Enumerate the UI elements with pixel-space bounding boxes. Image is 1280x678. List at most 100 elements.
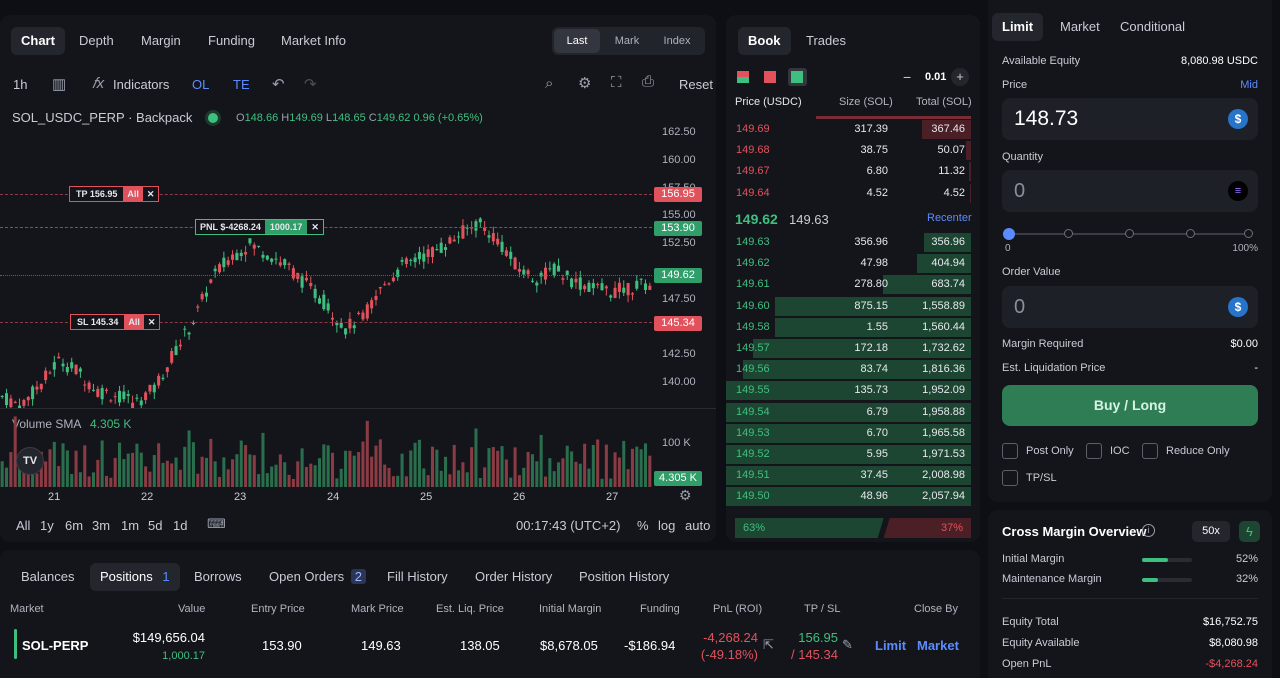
- tp-order-tag[interactable]: TP 156.95 All ✕: [69, 186, 160, 202]
- slider-handle[interactable]: [1003, 228, 1015, 240]
- ol-toggle[interactable]: OL: [192, 77, 209, 92]
- post-only-checkbox[interactable]: [1002, 443, 1018, 459]
- tab-fill-history[interactable]: Fill History: [377, 563, 458, 591]
- share-icon[interactable]: ⇱: [763, 637, 774, 653]
- zoom-icon[interactable]: ⌕: [545, 75, 553, 92]
- redo-icon[interactable]: ↷: [304, 75, 317, 93]
- clock-time[interactable]: 00:17:43 (UTC+2): [516, 518, 620, 533]
- recenter-button[interactable]: Recenter: [927, 212, 972, 224]
- sl-order-tag[interactable]: SL 145.34 All ✕: [70, 314, 161, 330]
- close-icon[interactable]: ✕: [307, 220, 323, 234]
- tick-minus-button[interactable]: −: [903, 69, 911, 85]
- sl-all[interactable]: All: [124, 315, 144, 329]
- position-market[interactable]: SOL-PERP: [22, 638, 88, 653]
- bid-row[interactable]: 149.51 37.45 2,008.98: [726, 465, 980, 486]
- info-icon[interactable]: i: [1142, 524, 1155, 537]
- quantity-slider[interactable]: [1003, 228, 1253, 240]
- reset-button[interactable]: Reset: [679, 77, 713, 92]
- tab-margin[interactable]: Margin: [131, 27, 191, 55]
- percent-toggle[interactable]: %: [637, 518, 649, 533]
- tab-market[interactable]: Market: [1050, 13, 1110, 41]
- bid-row[interactable]: 149.53 6.70 1,965.58: [726, 423, 980, 444]
- bid-row[interactable]: 149.56 83.74 1,816.36: [726, 359, 980, 380]
- interval-select[interactable]: 1h: [13, 77, 27, 92]
- bid-row[interactable]: 149.60 875.15 1,558.89: [726, 296, 980, 317]
- fullscreen-icon[interactable]: ⛶: [611, 74, 622, 91]
- settings-icon[interactable]: ⚙: [578, 74, 591, 92]
- buy-long-button[interactable]: Buy / Long: [1002, 385, 1258, 426]
- book-view-both-icon[interactable]: [737, 71, 749, 83]
- range-1m[interactable]: 1m: [121, 518, 139, 533]
- table-row[interactable]: SOL-PERP $149,656.04 1,000.17 153.90 149…: [0, 626, 980, 668]
- bid-row[interactable]: 149.55 135.73 1,952.09: [726, 380, 980, 401]
- tab-trades[interactable]: Trades: [796, 27, 856, 55]
- tab-book[interactable]: Book: [738, 27, 791, 55]
- auto-toggle[interactable]: auto: [685, 518, 710, 533]
- undo-icon[interactable]: ↶: [272, 75, 285, 93]
- tab-market-info[interactable]: Market Info: [271, 27, 356, 55]
- tab-conditional[interactable]: Conditional: [1110, 13, 1195, 41]
- close-icon[interactable]: ✕: [144, 315, 160, 329]
- pnl-order-tag[interactable]: PNL $-4268.24 1000.17 ✕: [195, 219, 324, 235]
- close-limit-button[interactable]: Limit: [875, 638, 906, 653]
- tab-funding[interactable]: Funding: [198, 27, 265, 55]
- bid-row[interactable]: 149.52 5.95 1,971.53: [726, 444, 980, 465]
- bid-row[interactable]: 149.62 47.98 404.94: [726, 253, 980, 274]
- candlestick-chart[interactable]: [0, 103, 652, 408]
- tab-positions[interactable]: Positions 1: [90, 563, 180, 591]
- log-toggle[interactable]: log: [658, 518, 675, 533]
- bid-row[interactable]: 149.58 1.55 1,560.44: [726, 317, 980, 338]
- bid-row[interactable]: 149.54 6.79 1,958.88: [726, 402, 980, 423]
- close-market-button[interactable]: Market: [917, 638, 959, 653]
- indicators-button[interactable]: Indicators: [113, 77, 169, 92]
- bid-row[interactable]: 149.57 172.18 1,732.62: [726, 338, 980, 359]
- camera-icon[interactable]: ⎙: [642, 73, 654, 90]
- tp-all[interactable]: All: [123, 187, 143, 201]
- leverage-button[interactable]: 50x: [1192, 521, 1230, 542]
- date-range-icon[interactable]: ⌨: [207, 516, 226, 532]
- price-input[interactable]: 148.73 $: [1002, 98, 1258, 140]
- candles-icon[interactable]: ▥: [52, 75, 66, 93]
- price-mode-last[interactable]: Last: [554, 29, 600, 53]
- ask-row[interactable]: 149.68 38.75 50.07: [726, 140, 980, 161]
- tab-depth[interactable]: Depth: [69, 27, 124, 55]
- volume-chart[interactable]: [0, 410, 652, 487]
- tpsl-checkbox[interactable]: [1002, 470, 1018, 486]
- tab-limit[interactable]: Limit: [992, 13, 1044, 41]
- ioc-checkbox[interactable]: [1086, 443, 1102, 459]
- ask-row[interactable]: 149.69 317.39 367.46: [726, 119, 980, 140]
- tab-order-history[interactable]: Order History: [465, 563, 562, 591]
- tick-plus-button[interactable]: +: [951, 68, 969, 86]
- quantity-input[interactable]: 0 ≡: [1002, 170, 1258, 212]
- axis-settings-icon[interactable]: ⚙: [679, 487, 692, 504]
- price-mode-index[interactable]: Index: [654, 29, 700, 53]
- te-toggle[interactable]: TE: [233, 77, 250, 92]
- price-mode-mark[interactable]: Mark: [604, 29, 650, 53]
- range-3m[interactable]: 3m: [92, 518, 110, 533]
- tab-position-history[interactable]: Position History: [569, 563, 679, 591]
- range-6m[interactable]: 6m: [65, 518, 83, 533]
- time-axis[interactable]: 21 22 23 24 25 26 27: [0, 487, 652, 507]
- book-view-asks-icon[interactable]: [764, 71, 776, 83]
- mid-button[interactable]: Mid: [1240, 79, 1258, 91]
- range-5d[interactable]: 5d: [148, 518, 162, 533]
- reduce-only-checkbox[interactable]: [1142, 443, 1158, 459]
- range-1y[interactable]: 1y: [40, 518, 54, 533]
- lightning-icon[interactable]: ϟ: [1239, 521, 1260, 542]
- tab-open-orders[interactable]: Open Orders 2: [259, 563, 376, 591]
- bid-row[interactable]: 149.61 278.80 683.74: [726, 274, 980, 295]
- ask-row[interactable]: 149.64 4.52 4.52: [726, 183, 980, 204]
- order-value-input[interactable]: 0 $: [1002, 286, 1258, 328]
- range-all[interactable]: All: [16, 518, 30, 533]
- bid-row[interactable]: 149.63 356.96 356.96: [726, 232, 980, 253]
- close-icon[interactable]: ✕: [143, 187, 159, 201]
- range-1d[interactable]: 1d: [173, 518, 187, 533]
- price-axis[interactable]: 162.50 160.00 157.50 155.00 152.50 147.5…: [652, 115, 716, 415]
- tab-chart[interactable]: Chart: [11, 27, 65, 55]
- bid-row[interactable]: 149.50 48.96 2,057.94: [726, 486, 980, 507]
- function-icon[interactable]: 𝑓x: [92, 75, 104, 92]
- edit-icon[interactable]: ✎: [842, 637, 853, 653]
- tab-borrows[interactable]: Borrows: [184, 563, 252, 591]
- ask-row[interactable]: 149.67 6.80 11.32: [726, 161, 980, 182]
- tab-balances[interactable]: Balances: [11, 563, 84, 591]
